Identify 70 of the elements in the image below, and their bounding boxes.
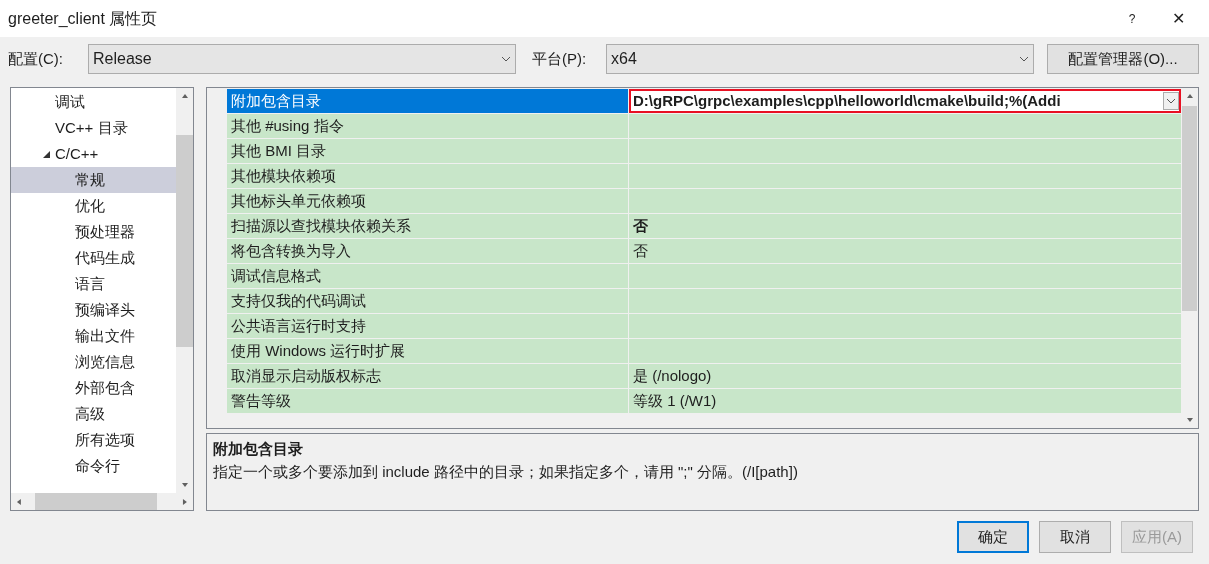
expand-triangle-icon[interactable] <box>42 150 50 158</box>
chevron-down-icon <box>501 56 511 62</box>
scroll-down-icon[interactable] <box>1185 416 1194 424</box>
config-manager-button[interactable]: 配置管理器(O)... <box>1047 44 1199 74</box>
sidebar-item[interactable]: 高级 <box>11 401 176 427</box>
horizontal-scrollbar[interactable] <box>11 493 193 510</box>
property-name[interactable]: 支持仅我的代码调试 <box>227 289 629 313</box>
property-value[interactable] <box>629 189 1181 213</box>
scroll-left-icon[interactable] <box>15 497 23 506</box>
vertical-scrollbar[interactable] <box>176 88 193 493</box>
property-name[interactable]: 将包含转换为导入 <box>227 239 629 263</box>
property-value[interactable]: 否 <box>629 239 1181 263</box>
property-value[interactable]: 否 <box>629 214 1181 238</box>
scroll-down-icon[interactable] <box>180 481 189 489</box>
property-value[interactable] <box>629 314 1181 338</box>
platform-label: 平台(P): <box>532 48 588 69</box>
sidebar-item[interactable]: C/C++ <box>11 141 176 167</box>
property-name[interactable]: 公共语言运行时支持 <box>227 314 629 338</box>
help-button[interactable]: ? <box>1109 9 1155 28</box>
chevron-down-icon <box>1019 56 1029 62</box>
property-value[interactable] <box>629 289 1181 313</box>
sidebar-item[interactable]: VC++ 目录 <box>11 115 176 141</box>
property-name[interactable]: 其他模块依赖项 <box>227 164 629 188</box>
sidebar-item[interactable]: 浏览信息 <box>11 349 176 375</box>
property-value[interactable] <box>629 339 1181 363</box>
description-title: 附加包含目录 <box>213 439 304 459</box>
close-button[interactable]: ✕ <box>1155 6 1201 31</box>
sidebar-item[interactable]: 常规 <box>11 167 176 193</box>
property-name[interactable]: 使用 Windows 运行时扩展 <box>227 339 629 363</box>
property-name[interactable]: 其他 #using 指令 <box>227 114 629 138</box>
config-label: 配置(C): <box>8 48 64 69</box>
chevron-down-icon <box>1166 98 1176 104</box>
sidebar-item[interactable]: 语言 <box>11 271 176 297</box>
sidebar-item[interactable]: 优化 <box>11 193 176 219</box>
scroll-right-icon[interactable] <box>181 497 189 506</box>
scroll-up-icon[interactable] <box>1185 92 1194 100</box>
value-dropdown-button[interactable] <box>1163 92 1179 110</box>
property-value[interactable]: 是 (/nologo) <box>629 364 1181 388</box>
property-name[interactable]: 调试信息格式 <box>227 264 629 288</box>
window-title: greeter_client 属性页 <box>8 8 159 29</box>
dialog-button[interactable]: 确定 <box>957 521 1029 553</box>
value-text: D:\gRPC\grpc\examples\cpp\helloworld\cmake\build;%(Addi <box>633 90 1061 111</box>
sidebar-item[interactable]: 代码生成 <box>11 245 176 271</box>
sidebar-item[interactable]: 命令行 <box>11 453 176 479</box>
sidebar-item[interactable]: 所有选项 <box>11 427 176 453</box>
value-text: 否 <box>633 240 648 261</box>
sidebar-item[interactable]: 输出文件 <box>11 323 176 349</box>
property-name[interactable]: 附加包含目录 <box>227 89 629 113</box>
property-name[interactable]: 其他 BMI 目录 <box>227 139 629 163</box>
platform-dropdown[interactable]: x64 <box>606 44 1034 74</box>
property-name[interactable]: 其他标头单元依赖项 <box>227 189 629 213</box>
property-value[interactable]: D:\gRPC\grpc\examples\cpp\helloworld\cmake\build;%(Addi <box>629 89 1181 113</box>
sidebar-item[interactable]: 预处理器 <box>11 219 176 245</box>
property-value[interactable] <box>629 139 1181 163</box>
property-name[interactable]: 取消显示启动版权标志 <box>227 364 629 388</box>
property-value[interactable]: 等级 1 (/W1) <box>629 389 1181 413</box>
sidebar-item[interactable]: 调试 <box>11 89 176 115</box>
value-text: 等级 1 (/W1) <box>633 390 717 411</box>
dialog-button[interactable]: 取消 <box>1039 521 1111 553</box>
value-text: 否 <box>633 215 648 236</box>
description-text: 指定一个或多个要添加到 include 路径中的目录；如果指定多个，请用 ";" 分隔。(/I[path]) <box>213 461 799 482</box>
sidebar-item[interactable]: 外部包含 <box>11 375 176 401</box>
property-name[interactable]: 扫描源以查找模块依赖关系 <box>227 214 629 238</box>
property-value[interactable] <box>629 164 1181 188</box>
value-text: 是 (/nologo) <box>633 365 712 386</box>
config-dropdown[interactable]: Release <box>88 44 516 74</box>
scroll-up-icon[interactable] <box>180 92 189 100</box>
property-name[interactable]: 警告等级 <box>227 389 629 413</box>
property-value[interactable] <box>629 264 1181 288</box>
sidebar-item[interactable]: 预编译头 <box>11 297 176 323</box>
